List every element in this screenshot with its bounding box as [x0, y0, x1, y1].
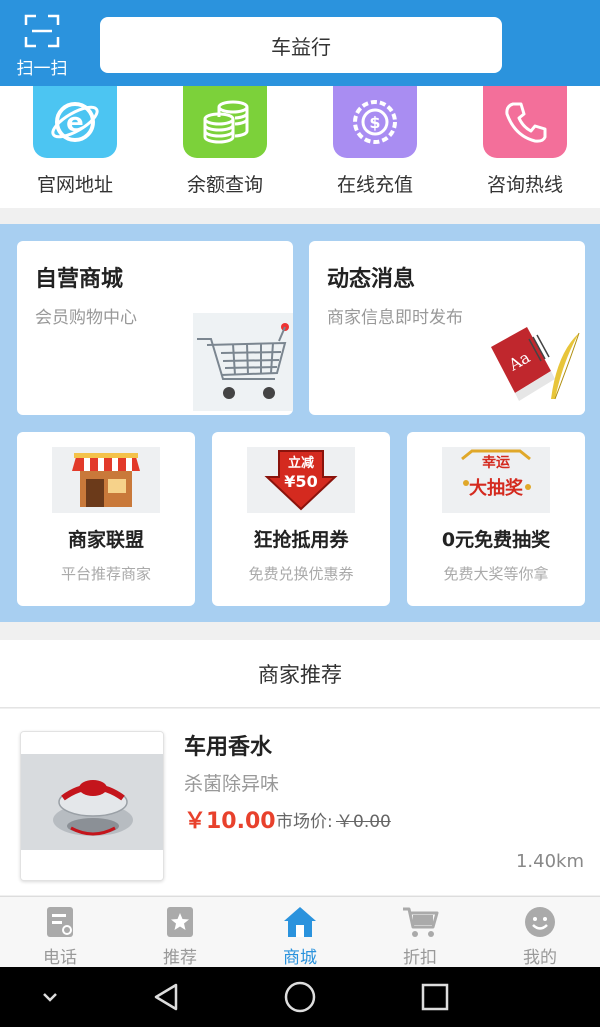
- coupon-subtitle: 免费兑换优惠券: [248, 565, 354, 583]
- tab-discount[interactable]: 折扣: [360, 897, 480, 968]
- quick-link-label: 咨询热线: [486, 174, 563, 196]
- coins-icon: [183, 86, 267, 158]
- storefront-icon: [51, 446, 161, 514]
- tab-mall[interactable]: 商城: [240, 897, 360, 968]
- back-icon[interactable]: [150, 981, 182, 1017]
- coupon-card[interactable]: 立减 ¥50 狂抢抵用券 免费兑换优惠券: [212, 432, 390, 606]
- tab-label: 我的: [523, 948, 557, 968]
- lottery-subtitle: 免费大奖等你拿: [443, 565, 549, 583]
- coupon-title: 狂抢抵用券: [253, 529, 349, 551]
- coupon-badge-top: 立减: [287, 456, 314, 471]
- lottery-icon: 幸运 大抽奖: [441, 446, 551, 514]
- book-quill-icon: Aa: [485, 313, 585, 415]
- svg-text:$: $: [369, 113, 380, 132]
- coupon-arrow-icon: 立减 ¥50: [246, 446, 356, 514]
- market-price-label: 市场价:: [276, 812, 333, 832]
- tab-label: 商城: [283, 948, 317, 968]
- tab-mine[interactable]: 我的: [480, 897, 600, 968]
- news-title: 动态消息: [327, 267, 416, 292]
- quick-links: e 官网地址 余额查询 $ 在线充值 咨询热线: [0, 86, 600, 208]
- mall-subtitle: 会员购物中心: [35, 308, 137, 328]
- top-bar: 扫一扫 车益行: [0, 0, 600, 86]
- lottery-badge-bottom: 大抽奖: [469, 478, 523, 499]
- bottom-tab-bar: 电话 推荐 商城 折扣 我的: [0, 896, 600, 968]
- star-bookmark-icon: [120, 905, 240, 939]
- lottery-title: 0元免费抽奖: [441, 529, 551, 551]
- tab-recommend[interactable]: 推荐: [120, 897, 240, 968]
- feature-panel: 自营商城 会员购物中心 动态消息 商家信息即时发布 Aa 商家联盟 平台推荐商家…: [0, 224, 600, 622]
- phone-book-icon: [0, 905, 120, 939]
- merchant-union-title: 商家联盟: [67, 529, 144, 551]
- smile-icon: [480, 905, 600, 939]
- tab-label: 电话: [43, 948, 77, 968]
- merchant-union-subtitle: 平台推荐商家: [60, 565, 151, 583]
- mall-title: 自营商城: [35, 267, 124, 292]
- product-description: 杀菌除异味: [184, 773, 280, 795]
- quick-link-website[interactable]: e 官网地址: [0, 86, 150, 197]
- title-box[interactable]: 车益行: [100, 17, 502, 73]
- market-price: ￥0.00: [336, 812, 391, 832]
- tab-label: 折扣: [403, 948, 437, 968]
- product-item[interactable]: 车用香水 杀菌除异味 ￥10.00 市场价: ￥0.00 1.40km: [0, 709, 600, 895]
- coupon-badge-bottom: ¥50: [284, 472, 318, 491]
- chevron-down-icon[interactable]: [38, 987, 62, 1011]
- tab-label: 推荐: [163, 948, 197, 968]
- system-nav-bar: [0, 967, 600, 1027]
- lottery-card[interactable]: 幸运 大抽奖 0元免费抽奖 免费大奖等你拿: [407, 432, 585, 606]
- quick-link-label: 官网地址: [36, 174, 113, 196]
- phone-icon: [483, 86, 567, 158]
- recommend-title: 商家推荐: [258, 662, 342, 687]
- quick-link-label: 在线充值: [336, 174, 413, 196]
- product-name: 车用香水: [184, 735, 273, 760]
- shopping-cart-icon: [193, 313, 293, 415]
- quick-link-balance[interactable]: 余额查询: [150, 86, 300, 197]
- recents-square-icon[interactable]: [420, 981, 450, 1017]
- lottery-badge-top: 幸运: [482, 455, 510, 471]
- merchant-union-card[interactable]: 商家联盟 平台推荐商家: [17, 432, 195, 606]
- news-subtitle: 商家信息即时发布: [327, 308, 463, 328]
- tab-phone[interactable]: 电话: [0, 897, 120, 968]
- news-card[interactable]: 动态消息 商家信息即时发布 Aa: [309, 241, 585, 415]
- cart-icon: [360, 905, 480, 939]
- home-icon: [240, 905, 360, 939]
- quick-link-recharge[interactable]: $ 在线充值: [300, 86, 450, 197]
- scan-label: 扫一扫: [16, 59, 68, 79]
- browser-e-icon: e: [33, 86, 117, 158]
- home-circle-icon[interactable]: [283, 981, 317, 1017]
- scan-icon: [8, 14, 76, 48]
- scan-button[interactable]: 扫一扫: [8, 12, 76, 79]
- quick-link-hotline[interactable]: 咨询热线: [450, 86, 600, 197]
- product-price: ￥10.00: [184, 809, 276, 834]
- quick-link-label: 余额查询: [186, 174, 263, 196]
- recommend-header: 商家推荐: [0, 640, 600, 708]
- product-image: [20, 731, 164, 881]
- coin-recharge-icon: $: [333, 86, 417, 158]
- app-title: 车益行: [271, 34, 331, 59]
- product-distance: 1.40km: [515, 851, 584, 872]
- mall-card[interactable]: 自营商城 会员购物中心: [17, 241, 293, 415]
